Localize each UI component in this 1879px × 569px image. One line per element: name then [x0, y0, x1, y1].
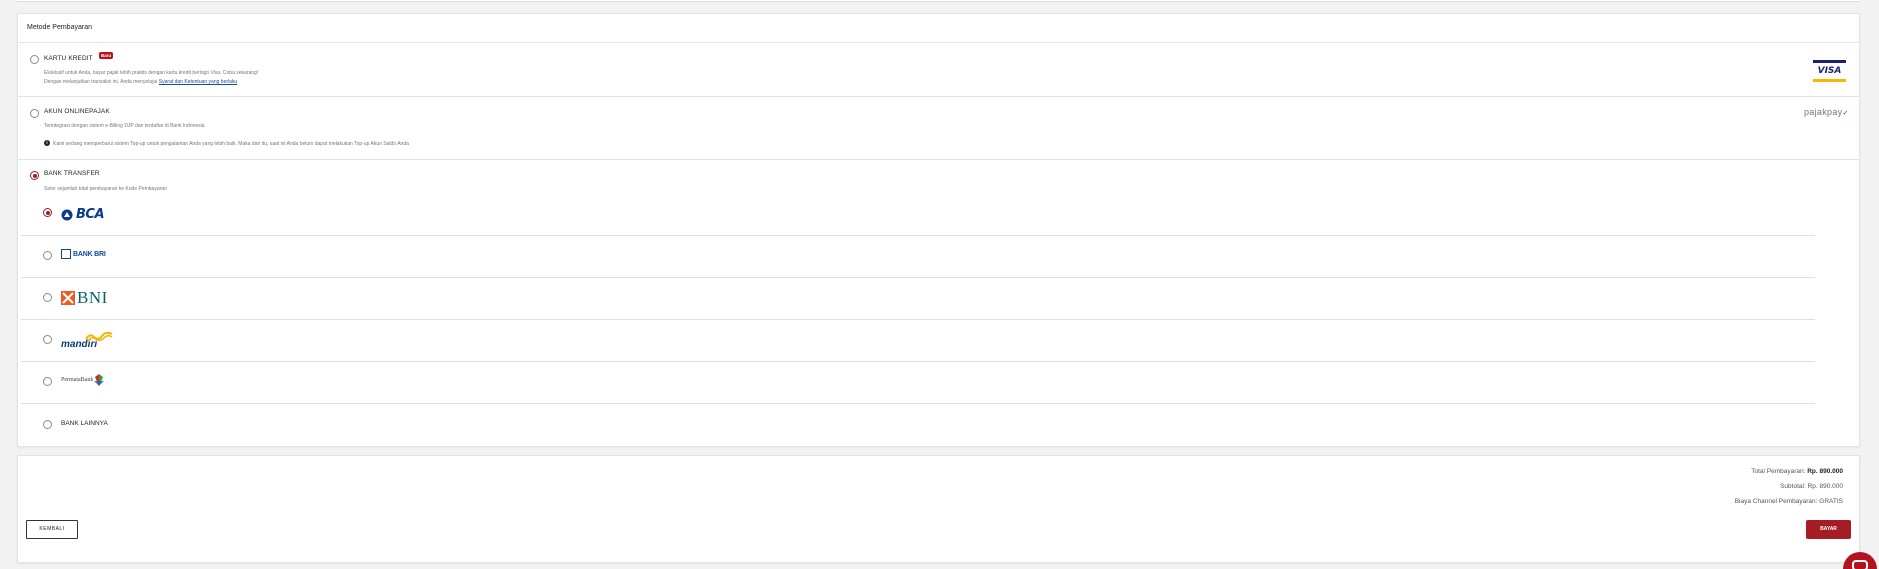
pay-button[interactable]: BAYAR: [1806, 520, 1851, 539]
visa-logo: VISA: [1813, 60, 1846, 82]
bri-logo: BANK BRI: [61, 249, 106, 259]
bank-mandiri-radio[interactable]: [43, 335, 52, 344]
bank-option-lainnya[interactable]: BANK LAINNYA: [21, 410, 1841, 445]
bank-option-permata[interactable]: PermataBank: [21, 367, 1841, 402]
channel-fee: Biaya Channel Pembayaran: GRATIS: [1734, 498, 1843, 505]
info-icon: i: [44, 140, 50, 146]
bank-bni-radio[interactable]: [43, 293, 52, 302]
credit-card-radio[interactable]: [30, 55, 39, 64]
bank-option-bca[interactable]: BCA: [21, 199, 1841, 234]
divider: [18, 159, 1859, 160]
divider: [18, 42, 1859, 43]
onlinepajak-desc: Terintegrasi dengan sistem e-Billing DJP…: [44, 123, 205, 129]
divider: [21, 361, 1815, 362]
bni-symbol-icon: [61, 291, 75, 305]
bank-option-mandiri[interactable]: mandiri: [21, 325, 1841, 360]
permata-flower-icon: [94, 374, 105, 386]
bca-symbol-icon: [61, 209, 73, 220]
bank-bca-radio[interactable]: [43, 208, 52, 217]
bank-lainnya-label: BANK LAINNYA: [61, 420, 108, 427]
credit-card-label: KARTU KREDIT: [44, 55, 93, 62]
bri-symbol-icon: [61, 249, 71, 259]
terms-link[interactable]: Syarat dan Ketentuan yang berlaku: [159, 79, 237, 85]
pajakpay-logo: pajakpay✓: [1804, 107, 1849, 117]
total-payment: Total Pembayaran: Rp. 890.000: [1751, 468, 1843, 475]
payment-summary-card: Total Pembayaran: Rp. 890.000 Subtotal: …: [17, 455, 1860, 563]
bank-transfer-desc: Setor sejumlah total pembayaran ke Kode …: [44, 186, 167, 192]
new-badge: Baru: [99, 52, 114, 59]
section-title: Metode Pembayaran: [27, 24, 92, 31]
credit-card-desc: Eksklusif untuk Anda, bayar pajak lebih …: [44, 70, 259, 76]
divider: [21, 235, 1815, 236]
bank-bri-radio[interactable]: [43, 251, 52, 260]
chat-icon: [1852, 560, 1868, 569]
bank-lainnya-radio[interactable]: [43, 420, 52, 429]
topup-info-text: Kami sedang memperbarui sistem Top-up un…: [53, 141, 409, 147]
subtotal: Subtotal: Rp. 890.000: [1780, 483, 1843, 490]
bni-logo: BNI: [61, 288, 108, 308]
divider: [21, 277, 1815, 278]
mandiri-logo: mandiri: [61, 332, 113, 350]
mandiri-waves-icon: [85, 332, 113, 342]
onlinepajak-radio[interactable]: [30, 109, 39, 118]
bank-option-bni[interactable]: BNI: [21, 283, 1841, 318]
credit-card-terms: Dengan melanjutkan transaksi ini, Anda m…: [44, 79, 238, 85]
bank-transfer-label: BANK TRANSFER: [44, 170, 100, 177]
back-button[interactable]: KEMBALI: [26, 520, 78, 539]
bank-transfer-radio[interactable]: [30, 171, 39, 180]
bank-permata-radio[interactable]: [43, 377, 52, 386]
bca-logo: BCA: [61, 207, 105, 222]
onlinepajak-label: AKUN ONLINEPAJAK: [44, 108, 110, 115]
divider: [21, 319, 1815, 320]
previous-card-edge: [17, 0, 1860, 2]
bank-option-bri[interactable]: BANK BRI: [21, 241, 1841, 276]
permata-logo: PermataBank: [61, 373, 105, 387]
divider: [21, 403, 1815, 404]
divider: [18, 96, 1859, 97]
